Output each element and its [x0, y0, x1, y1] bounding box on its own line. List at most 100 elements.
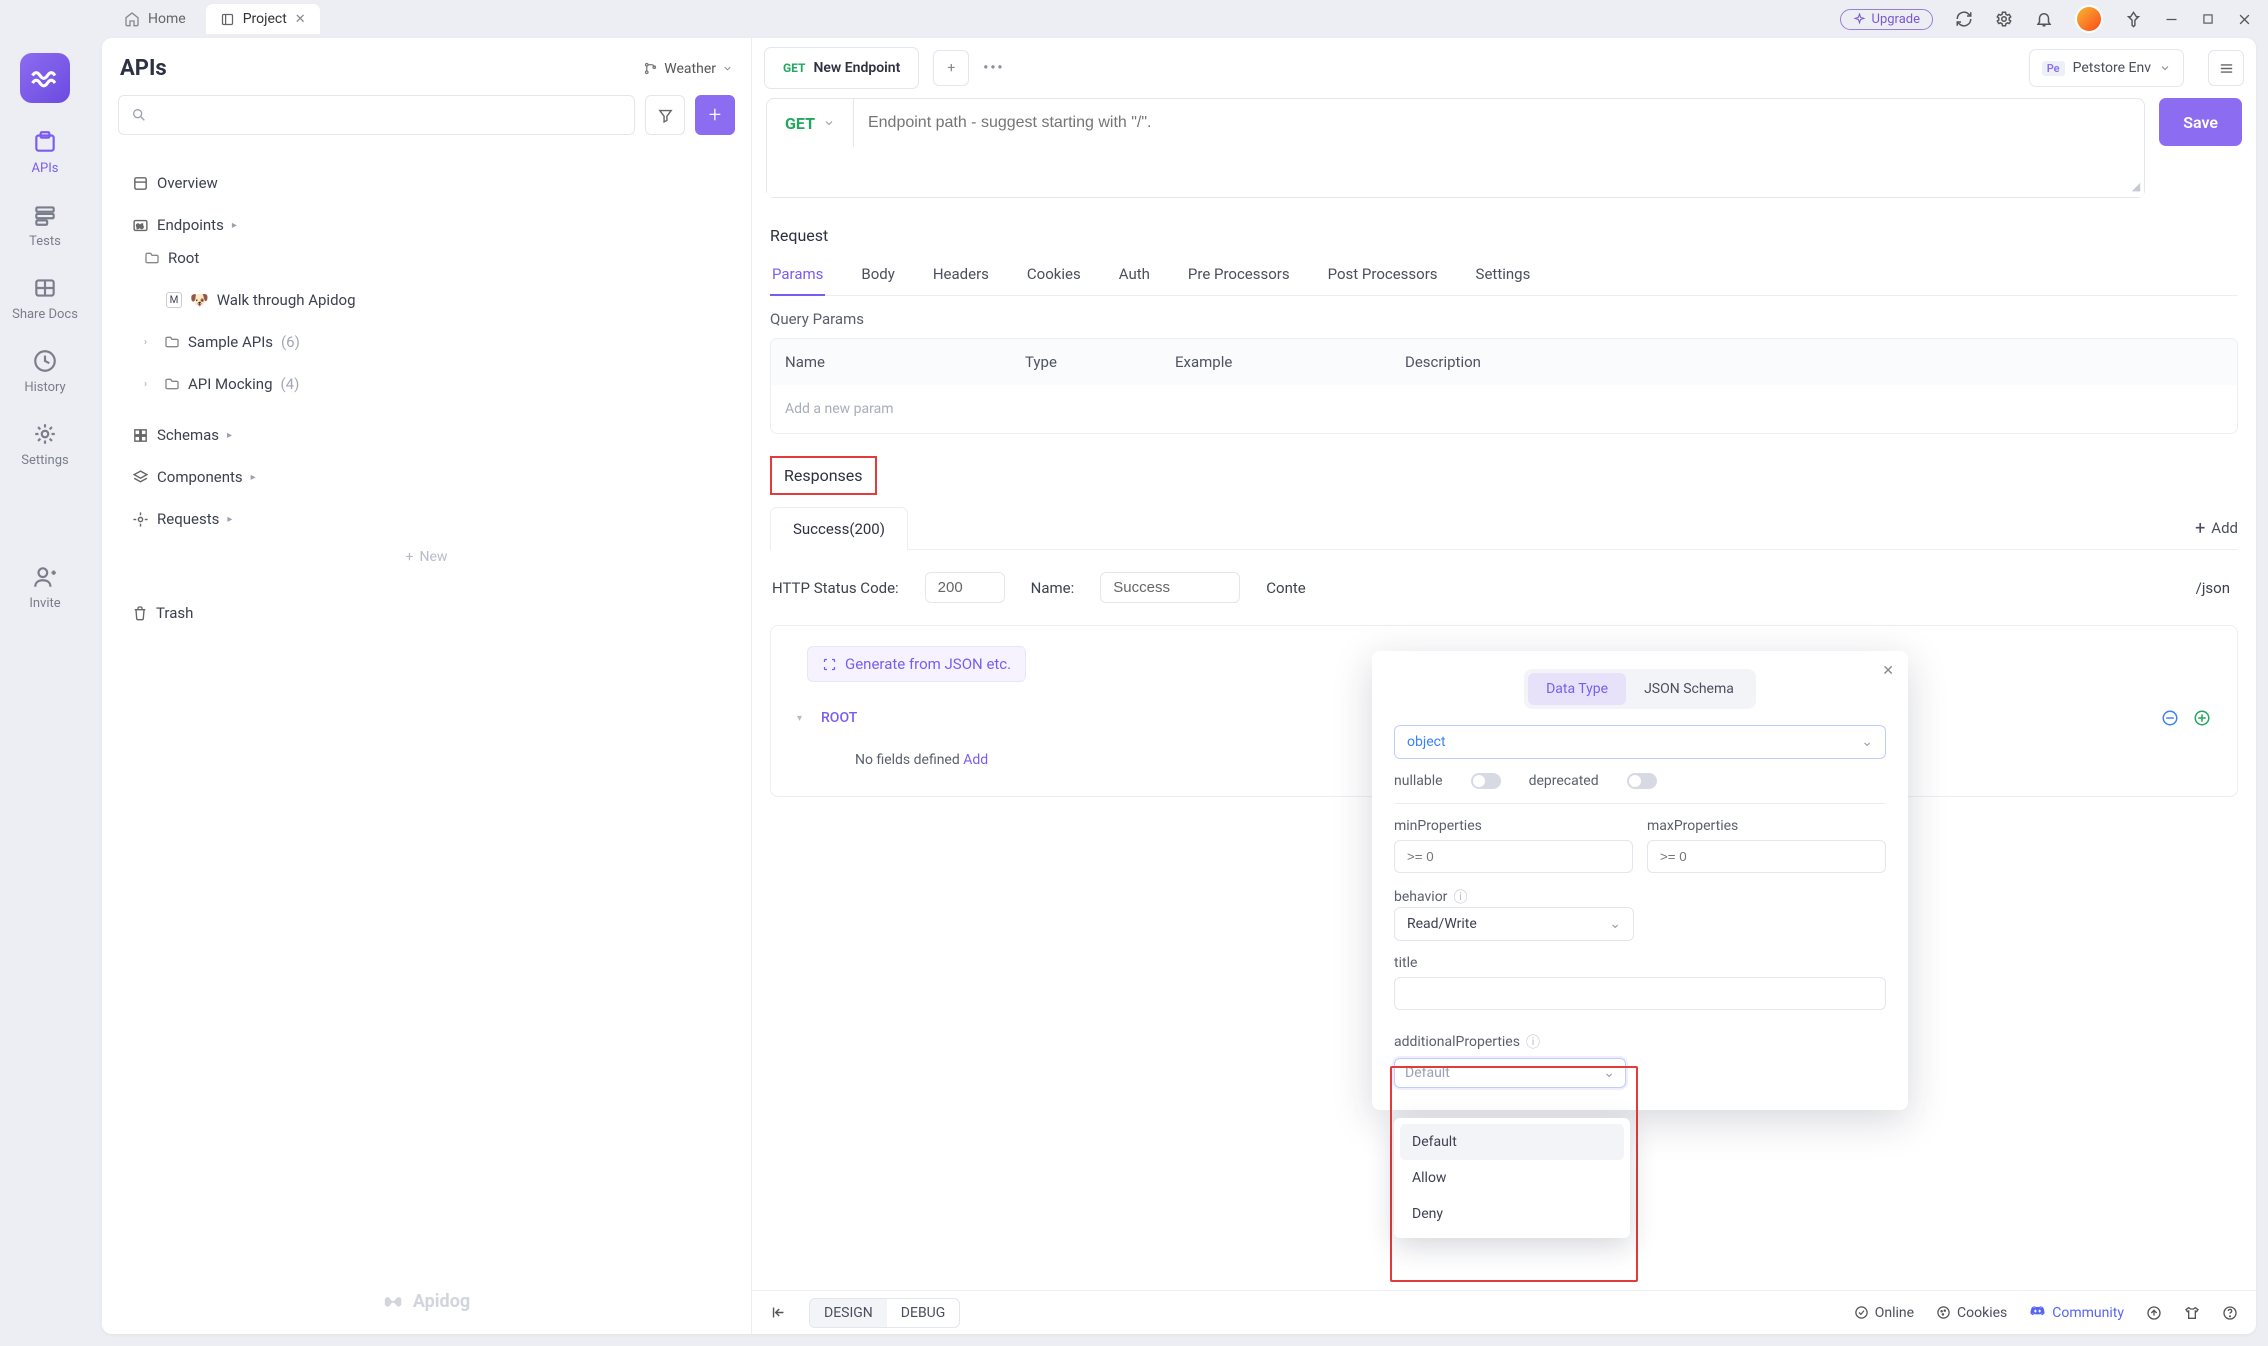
community-link[interactable]: Community	[2029, 1304, 2124, 1321]
sidebar-item-sample-apis[interactable]: › Sample APIs (6)	[136, 321, 739, 363]
dropdown-option-default[interactable]: Default	[1400, 1124, 1624, 1160]
generate-from-json-button[interactable]: Generate from JSON etc.	[807, 646, 1026, 682]
tab-headers[interactable]: Headers	[931, 257, 991, 295]
tab-pre-processors[interactable]: Pre Processors	[1186, 257, 1292, 295]
pill-data-type[interactable]: Data Type	[1528, 673, 1626, 705]
env-selector[interactable]: Pe Petstore Env	[2029, 49, 2184, 87]
tab-body[interactable]: Body	[859, 257, 896, 295]
sidebar-item-root[interactable]: Root	[136, 237, 739, 279]
nav-tests[interactable]: Tests	[29, 202, 61, 249]
sidebar-item-walkthrough[interactable]: M 🐶 Walk through Apidog	[158, 279, 739, 321]
nav-invite[interactable]: Invite	[29, 564, 60, 611]
maxprops-input[interactable]	[1647, 840, 1886, 873]
add-button[interactable]: +	[695, 95, 735, 135]
sidebar-item-endpoints[interactable]: 96 Endpoints ▸	[114, 195, 739, 237]
add-field-link[interactable]: Add	[963, 752, 988, 768]
filter-button[interactable]	[645, 95, 685, 135]
upload-icon[interactable]	[2146, 1305, 2162, 1321]
add-tab-button[interactable]: +	[933, 50, 969, 86]
pill-json-schema[interactable]: JSON Schema	[1626, 673, 1752, 705]
window-minimize-icon[interactable]	[2164, 12, 2179, 27]
online-status[interactable]: Online	[1854, 1305, 1914, 1321]
mode-toggle[interactable]: DESIGN DEBUG	[809, 1298, 960, 1328]
window-close-icon[interactable]	[2237, 12, 2252, 27]
query-params-label: Query Params	[770, 310, 2238, 328]
branch-icon	[643, 61, 658, 76]
chevron-down-icon: ⌄	[1861, 734, 1873, 750]
tab-params[interactable]: Params	[770, 257, 825, 295]
tab-settings[interactable]: Settings	[1474, 257, 1533, 295]
mode-design[interactable]: DESIGN	[810, 1299, 887, 1327]
caret-icon[interactable]: ▾	[797, 713, 809, 724]
apis-icon	[32, 129, 58, 155]
tab-cookies[interactable]: Cookies	[1025, 257, 1083, 295]
sidebar-item-api-mocking[interactable]: › API Mocking (4)	[136, 363, 739, 405]
search-input[interactable]	[118, 95, 635, 135]
refresh-icon[interactable]	[1955, 10, 1973, 28]
path-input[interactable]	[854, 114, 2144, 132]
deprecated-toggle[interactable]	[1627, 773, 1657, 789]
upgrade-button[interactable]: Upgrade	[1840, 9, 1933, 30]
nullable-toggle[interactable]	[1471, 773, 1501, 789]
nav-share-docs[interactable]: Share Docs	[12, 275, 78, 322]
invite-icon	[32, 564, 58, 590]
tab-auth[interactable]: Auth	[1117, 257, 1152, 295]
dropdown-option-deny[interactable]: Deny	[1400, 1196, 1624, 1232]
more-icon[interactable]: •••	[983, 60, 1004, 76]
sidebar-item-schemas[interactable]: Schemas ▸	[114, 405, 739, 447]
schema-root[interactable]: ROOT	[821, 710, 857, 726]
bell-icon[interactable]	[2035, 10, 2053, 28]
cookies-button[interactable]: Cookies	[1936, 1305, 2007, 1321]
description-textarea[interactable]	[767, 147, 2144, 197]
nav-apis[interactable]: APIs	[32, 129, 59, 176]
response-tab-success[interactable]: Success(200)	[770, 507, 908, 550]
no-fields-text: No fields defined	[855, 752, 960, 768]
resize-handle-icon[interactable]: ◢	[2132, 180, 2140, 193]
dropdown-option-allow[interactable]: Allow	[1400, 1160, 1624, 1196]
params-add-row[interactable]: Add a new param	[771, 385, 2237, 433]
add-icon[interactable]	[2193, 709, 2211, 727]
status-code-input[interactable]	[925, 572, 1005, 603]
sidebar-item-requests[interactable]: Requests ▸	[114, 489, 739, 531]
nav-history[interactable]: History	[24, 348, 65, 395]
close-icon[interactable]: ✕	[295, 12, 306, 27]
window-tab-project[interactable]: Project ✕	[206, 4, 320, 34]
panel-toggle-button[interactable]	[2208, 50, 2244, 86]
window-maximize-icon[interactable]	[2201, 12, 2215, 26]
pin-icon[interactable]	[2125, 11, 2142, 28]
sidebar-item-components[interactable]: Components ▸	[114, 447, 739, 489]
shirt-icon[interactable]	[2184, 1305, 2200, 1321]
collapse-icon[interactable]	[770, 1304, 787, 1321]
branch-selector[interactable]: Weather	[643, 61, 733, 77]
additional-props-dropdown: Default Allow Deny	[1394, 1118, 1630, 1238]
endpoint-tab[interactable]: GET New Endpoint	[764, 47, 919, 89]
window-tab-home[interactable]: Home	[110, 4, 200, 34]
discord-icon	[2029, 1304, 2046, 1321]
add-response-button[interactable]: +Add	[2195, 518, 2238, 539]
minprops-input[interactable]	[1394, 840, 1633, 873]
settings-gear-icon[interactable]	[1995, 10, 2013, 28]
avatar[interactable]	[2075, 5, 2103, 33]
sidebar-item-trash[interactable]: Trash	[114, 583, 739, 625]
mode-debug[interactable]: DEBUG	[887, 1299, 959, 1327]
additional-props-select[interactable]: Default ⌄	[1394, 1058, 1626, 1088]
deprecated-label: deprecated	[1529, 773, 1599, 789]
tab-post-processors[interactable]: Post Processors	[1326, 257, 1440, 295]
new-button[interactable]: +New	[136, 539, 717, 575]
save-button[interactable]: Save	[2159, 98, 2242, 146]
title-input[interactable]	[1394, 977, 1886, 1010]
folder-icon	[144, 250, 160, 266]
response-name-input[interactable]	[1100, 572, 1240, 603]
scan-icon	[822, 657, 837, 672]
nav-settings[interactable]: Settings	[21, 421, 68, 468]
page-title: APIs	[120, 56, 631, 81]
method-dropdown[interactable]: GET	[767, 99, 854, 147]
close-icon[interactable]: ✕	[1882, 663, 1894, 679]
app-logo	[20, 53, 70, 103]
help-icon[interactable]	[2222, 1305, 2238, 1321]
type-select[interactable]: object ⌄	[1394, 725, 1886, 759]
sidebar-item-overview[interactable]: Overview	[114, 153, 739, 195]
components-icon	[132, 469, 149, 486]
remove-icon[interactable]	[2161, 709, 2179, 727]
behavior-select[interactable]: Read/Write ⌄	[1394, 907, 1634, 941]
